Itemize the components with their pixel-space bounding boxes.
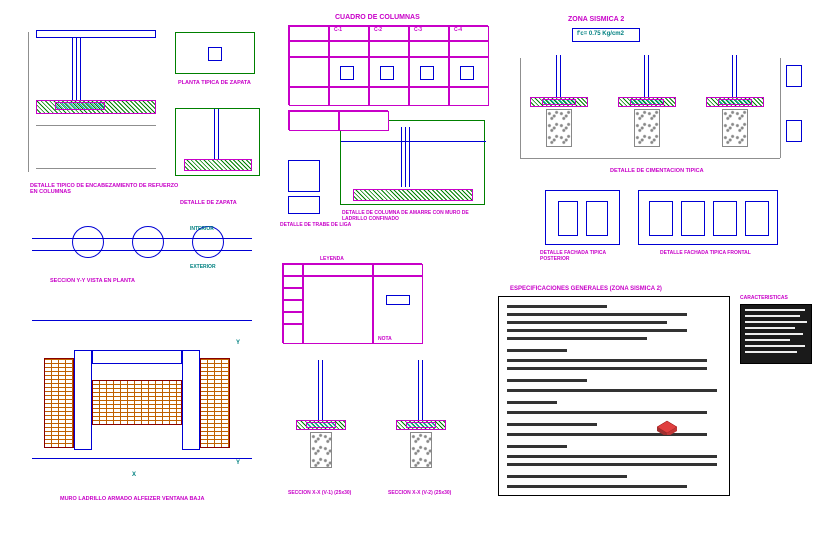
zapata-detail	[175, 108, 260, 176]
col-c3: C-3	[414, 27, 422, 33]
legend-box	[282, 263, 422, 343]
col-c1: C-1	[334, 27, 342, 33]
col-line2	[76, 38, 77, 100]
zapata-plan	[175, 32, 255, 74]
small-section-1	[786, 65, 802, 87]
pressure-value: f'c= 0.75 Kg/cm2	[577, 31, 624, 37]
characteristics-box	[740, 304, 812, 364]
foundation-detail-3	[696, 55, 776, 155]
col-line	[72, 38, 73, 100]
foundation-detail-1	[520, 55, 600, 155]
col-line3	[80, 38, 81, 100]
brick-wall-elevation: Y Y X	[32, 310, 252, 485]
trabe-liga2	[288, 196, 320, 214]
label-15: ESPECIFICACIONES GENERALES (ZONA SISMICA…	[510, 286, 662, 292]
label-14: DETALLE FACHADA TIPICA FRONTAL	[660, 250, 751, 256]
trabe-liga	[288, 160, 320, 192]
small-section-2	[786, 120, 802, 142]
section-yy	[32, 220, 252, 275]
beam-top	[36, 30, 156, 38]
label-4: DETALLE DE TRABE DE LIGA	[280, 222, 351, 228]
col-c4: C-4	[454, 27, 462, 33]
small-table	[288, 110, 388, 130]
column-table	[288, 25, 488, 105]
section-xx-2	[382, 360, 462, 480]
label-10: MURO LADRILLO ARMADO ALFEIZER VENTANA BA…	[60, 496, 210, 502]
label-16: NOTA	[378, 336, 392, 342]
section-xx-1	[282, 360, 362, 480]
spec-box	[498, 296, 730, 496]
legend-title: LEYENDA	[320, 256, 344, 262]
label-13: DETALLE FACHADA TIPICA POSTERIOR	[540, 250, 620, 262]
column-table-title: CUADRO DE COLUMNAS	[335, 14, 420, 21]
label-11: SECCION X-X (V-1) (25x30)	[288, 490, 358, 496]
label-12: SECCION X-X (V-2) (25x30)	[388, 490, 458, 496]
label-7: SECCION Y-Y VISTA EN PLANTA	[50, 278, 150, 284]
col-c2: C-2	[374, 27, 382, 33]
label-8: INTERIOR	[190, 226, 214, 232]
footing-cyan	[55, 102, 105, 110]
foundation-detail-2	[608, 55, 688, 155]
label-5: DETALLE DE COLUMNA DE AMARRE CON MURO DE…	[342, 210, 482, 222]
columna-amarre	[340, 120, 485, 205]
label-3: DETALLE DE ZAPATA	[180, 200, 237, 206]
label-1: PLANTA TIPICA DE ZAPATA	[178, 80, 251, 86]
label-17: CARACTERISTICAS	[740, 295, 788, 301]
label-6: DETALLE DE CIMENTACION TIPICA	[610, 168, 704, 174]
fachada-posterior	[545, 190, 620, 245]
iso-brick-icon	[653, 417, 681, 435]
label-2: DETALLE TIPICO DE ENCABEZAMIENTO DE REFU…	[30, 183, 180, 195]
fachada-frontal	[638, 190, 778, 245]
label-9: EXTERIOR	[190, 264, 216, 270]
zone-label: ZONA SISMICA 2	[568, 16, 624, 23]
